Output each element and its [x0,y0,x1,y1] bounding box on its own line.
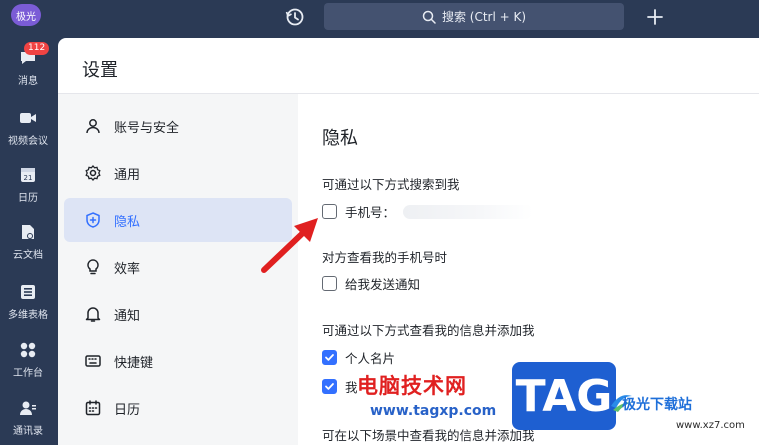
rail-item-messages[interactable]: 112 消息 [0,42,56,87]
notify-option[interactable]: 给我发送通知 [322,274,420,293]
nav-item-label: 通用 [114,167,141,183]
rail-item-label: 工作台 [13,368,43,379]
rail-item-label: 通讯录 [13,426,43,437]
lightbulb-icon [84,258,102,276]
history-icon[interactable] [284,6,306,28]
notify-checkbox[interactable] [322,276,337,291]
second-option[interactable]: 我 [322,377,358,396]
search-group-label: 可通过以下方式搜索到我 [322,177,460,192]
contacts-icon [18,398,38,418]
scene-group-label: 可在以下场景中查看我的信息并添加我 [322,428,535,443]
blurred-phone-number [403,204,534,219]
plus-icon[interactable] [644,6,666,28]
rail-item-workplace[interactable]: 工作台 [0,340,56,379]
gear-icon [84,164,102,182]
bell-icon [84,305,102,323]
rail-item-label: 日历 [18,193,38,204]
card-option-label: 个人名片 [345,351,396,366]
card-option[interactable]: 个人名片 [322,348,395,367]
view-phone-label: 对方查看我的手机号时 [322,250,448,265]
cloud-doc-icon [18,222,38,242]
app-rail: 极光 112 消息 视频会议 21 日历 云文档 多维表格 工作台 通讯录 [0,0,56,445]
phone-option[interactable]: 手机号： [322,202,534,221]
rail-item-label: 云文档 [13,250,43,261]
calendar-icon [84,399,102,417]
rail-item-label: 视频会议 [8,136,48,147]
search-placeholder: 搜索 (Ctrl + K) [441,10,527,24]
watermark-logo-url: www.xz7.com [676,420,745,431]
nav-item-calendar[interactable]: 日历 [64,386,292,430]
rail-item-label: 消息 [18,76,38,87]
svg-text:21: 21 [24,174,33,182]
rail-item-contacts[interactable]: 通讯录 [0,398,56,437]
card-checkbox[interactable] [322,350,337,365]
table-icon [18,282,38,302]
rail-item-video-meeting[interactable]: 视频会议 [0,108,56,147]
keyboard-icon [84,352,102,370]
nav-item-label: 快捷键 [114,355,154,371]
page-title: 设置 [82,60,118,81]
phone-checkbox[interactable] [322,204,337,219]
grid-apps-icon [18,340,38,360]
shield-plus-icon [84,211,102,229]
second-option-label: 我 [345,380,358,395]
nav-item-notifications[interactable]: 通知 [64,292,292,336]
add-group-label: 可通过以下方式查看我的信息并添加我 [322,323,535,338]
watermark-logo-text: 极光下载站 [622,397,692,413]
calendar-icon: 21 [18,165,38,185]
nav-item-label: 账号与安全 [114,120,180,136]
phone-option-label: 手机号： [345,205,396,220]
nav-item-shortcuts[interactable]: 快捷键 [64,339,292,383]
top-bar: 搜索 (Ctrl + K) [56,0,759,36]
nav-item-account-security[interactable]: 账号与安全 [64,104,292,148]
nav-item-label: 通知 [114,308,141,324]
second-checkbox[interactable] [322,379,337,394]
unread-badge: 112 [24,42,50,55]
rail-item-base-table[interactable]: 多维表格 [0,282,56,321]
watermark-site-name: 电脑技术网 [357,374,467,398]
nav-item-label: 隐私 [114,214,141,230]
video-camera-icon [18,108,38,128]
person-icon [84,117,102,135]
rail-item-cloud-docs[interactable]: 云文档 [0,222,56,261]
nav-item-label: 效率 [114,261,141,277]
rail-item-label: 多维表格 [8,310,48,321]
nav-item-general[interactable]: 通用 [64,151,292,195]
search-icon [422,10,436,24]
avatar[interactable]: 极光 [11,4,41,26]
section-title: 隐私 [322,128,358,149]
annotation-arrow [261,218,318,273]
search-input[interactable]: 搜索 (Ctrl + K) [324,3,624,30]
notify-option-label: 给我发送通知 [345,277,421,292]
watermark-site-url: www.tagxp.com [370,403,497,419]
rail-item-calendar[interactable]: 21 日历 [0,165,56,204]
watermark-tag-logo: TAG [512,362,616,430]
nav-item-label: 日历 [114,402,141,418]
